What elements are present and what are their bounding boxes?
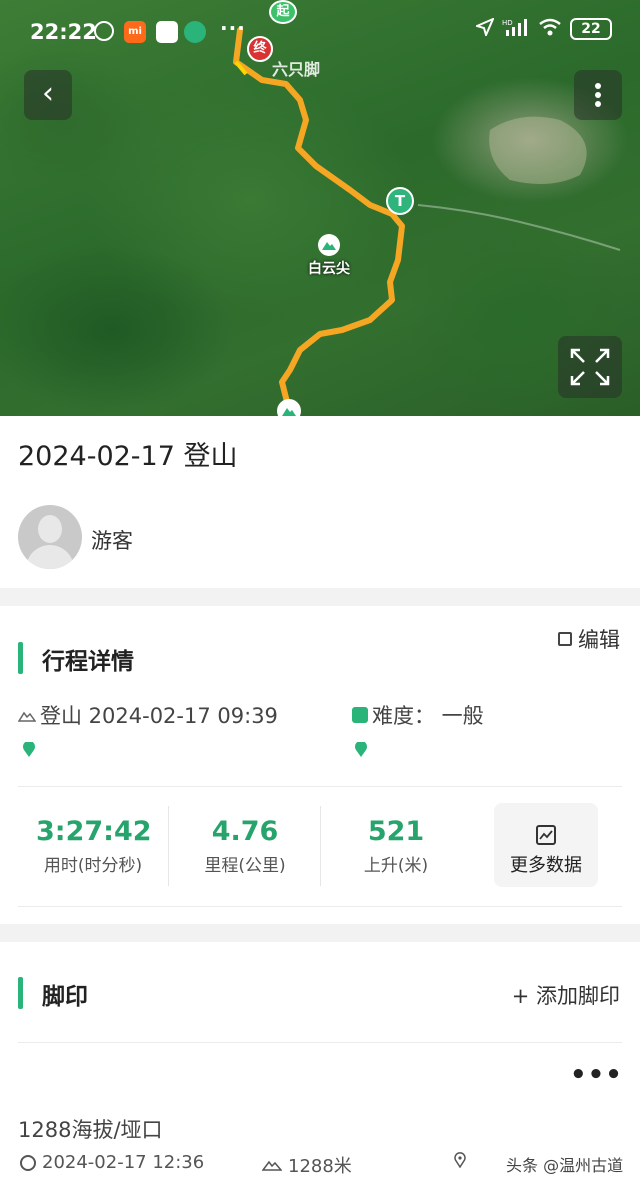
mountain-icon [261, 1155, 283, 1176]
edit-icon [558, 632, 572, 646]
footprint-options-button[interactable]: ••• [570, 1060, 623, 1090]
footprint-time-text: 2024-02-17 12:36 [42, 1152, 205, 1173]
clock-icon [20, 1154, 36, 1171]
more-data-label: 更多数据 [510, 855, 582, 876]
stat-label: 上升(米) [363, 856, 429, 876]
footprint-altitude-text: 1288米 [288, 1156, 352, 1177]
puzzle-icon [352, 707, 368, 723]
more-vertical-icon [595, 83, 601, 89]
stat-separator [168, 806, 169, 886]
footprints-section-title: 脚印 [42, 984, 88, 1010]
alarm-icon [94, 21, 114, 41]
chevron-left-icon: ‹ [42, 76, 54, 111]
footprint-time: 2024-02-17 12:36 [20, 1152, 204, 1173]
svg-text:HD: HD [502, 19, 513, 27]
status-time: 22:22 [30, 20, 97, 44]
mountain-icon [318, 234, 340, 256]
map-watermark: 六只脚 [272, 60, 321, 79]
activity-text: 登山 2024-02-17 09:39 [40, 704, 278, 728]
stat-value: 4.76 [211, 816, 279, 847]
divider-line [18, 786, 622, 787]
location-pin-icon[interactable] [454, 1152, 466, 1168]
section-divider [0, 588, 640, 606]
add-footprint-button[interactable]: + 添加脚印 [512, 980, 620, 1010]
fullscreen-button[interactable] [558, 336, 622, 398]
end-pin-icon [354, 740, 368, 758]
source-watermark: 头条 @温州古道 [506, 1156, 624, 1175]
location-arrow-icon [474, 17, 495, 40]
footprint-title[interactable]: 1288海拔/垭口 [18, 1114, 163, 1144]
edit-button[interactable]: 编辑 [558, 624, 620, 654]
stat-value: 521 [367, 816, 425, 847]
battery-icon: 22 [570, 18, 612, 40]
stat-ascent: 521 上升(米) [344, 816, 448, 876]
stat-distance: 4.76 里程(公里) [190, 816, 300, 876]
section-accent-bar [18, 977, 23, 1009]
section-accent-bar [18, 642, 23, 674]
stat-value: 3:27:42 [36, 816, 152, 847]
app-notification-icon [184, 21, 206, 43]
back-button[interactable]: ‹ [24, 70, 72, 120]
status-right-group: HD 22 [474, 17, 612, 40]
trip-title: 2024-02-17 登山 [18, 441, 238, 472]
difficulty-info: 难度： 一般 [352, 700, 484, 730]
peak-name: 白云尖 [308, 261, 350, 277]
section-divider [0, 924, 640, 942]
footprint-altitude: 1288米 [261, 1152, 352, 1178]
wifi-icon [538, 18, 562, 40]
difficulty-text: 难度： 一般 [372, 704, 484, 728]
expand-icon [570, 348, 610, 386]
peak-label[interactable]: 白云尖 [308, 234, 350, 278]
username[interactable]: 游客 [91, 525, 133, 555]
divider-line [18, 906, 622, 907]
activity-info: 登山 2024-02-17 09:39 [17, 700, 278, 730]
details-section-title: 行程详情 [42, 649, 134, 675]
stat-label: 里程(公里) [204, 856, 286, 876]
route-map[interactable]: 22:22 mi ··· HD 22 ‹ 起 终 T 六只脚 白云尖 [0, 0, 640, 416]
mi-app-icon: mi [124, 21, 146, 43]
signal-icon: HD [502, 18, 530, 40]
stat-duration: 3:27:42 用时(时分秒) [36, 816, 152, 876]
baidu-app-icon [156, 21, 178, 43]
start-marker[interactable]: 起 [269, 0, 297, 24]
mountain-icon [17, 703, 37, 727]
status-bar: 22:22 mi ··· HD 22 [0, 0, 640, 64]
divider-line [18, 1042, 622, 1043]
stat-separator [320, 806, 321, 886]
more-notifications-icon: ··· [220, 16, 246, 40]
chart-icon [536, 825, 556, 845]
start-pin-icon [22, 740, 36, 758]
mountain-marker[interactable] [277, 399, 301, 416]
avatar[interactable] [18, 505, 82, 569]
more-options-button[interactable] [574, 70, 622, 120]
stat-label: 用时(时分秒) [43, 856, 143, 876]
more-data-button[interactable]: 更多数据 [494, 803, 598, 887]
edit-label: 编辑 [578, 628, 620, 652]
waypoint-marker[interactable]: T [386, 187, 414, 215]
end-marker[interactable]: 终 [247, 36, 273, 62]
